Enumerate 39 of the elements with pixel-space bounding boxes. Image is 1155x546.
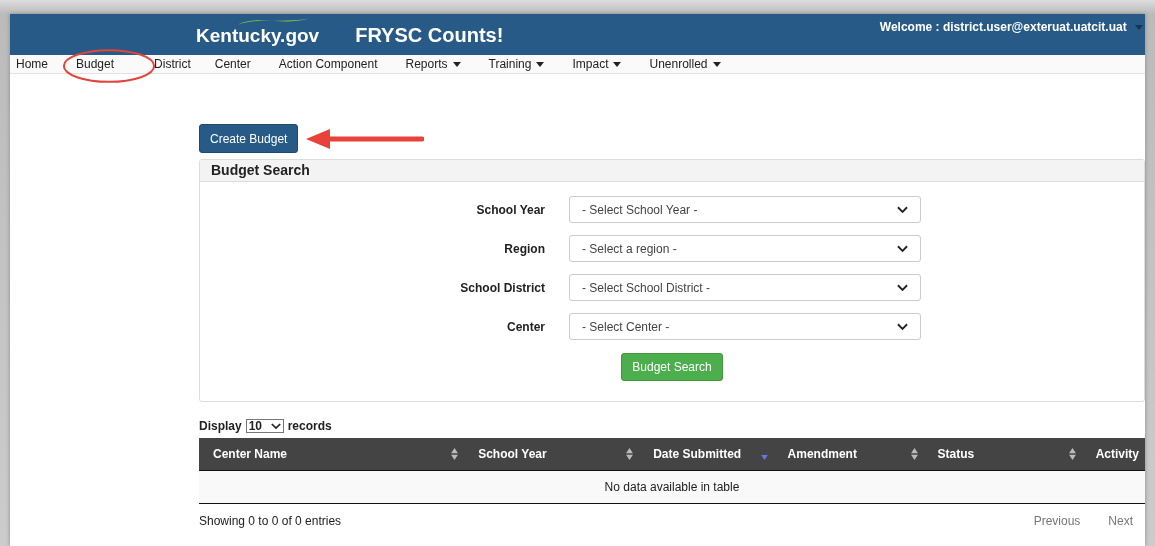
field-label: Region [503,241,546,256]
app-title: FRYSC Counts! [355,24,504,47]
select-field[interactable]: - Select a region - [569,235,921,262]
panel-title: Budget Search [200,160,1144,182]
create-budget-button[interactable]: Create Budget [199,124,299,153]
records-label: records [287,419,332,433]
previous-link[interactable]: Previous [1033,513,1081,528]
select-field[interactable]: - Select School Year - [569,196,921,223]
chevron-icon [270,422,281,430]
page-size-select[interactable]: 10 [245,419,284,433]
field-label: Center [506,319,546,334]
nav-link[interactable]: Unenrolled [649,57,721,71]
column-header[interactable]: Date Submitted [639,438,774,470]
nav-link[interactable]: Action Component [278,57,378,71]
chevron-icon [897,244,908,253]
nav-link[interactable]: Reports [405,57,461,71]
nav-link[interactable]: District [154,57,191,71]
column-header[interactable]: Center Name [199,438,465,470]
nav-link[interactable]: Center [214,57,251,71]
select-field[interactable]: - Select Center - [569,313,921,340]
chevron-icon [897,205,908,214]
chevron-icon [897,283,908,292]
empty-message: No data available in table [199,470,1145,503]
column-header[interactable]: Status [923,438,1082,470]
display-label: Display [199,419,242,433]
logo[interactable]: Kentucky.gov [196,25,320,46]
table-info: Showing 0 to 0 of 0 entries [199,513,342,528]
column-header[interactable]: Activity [1081,438,1145,470]
user-menu[interactable]: Welcome : district.user@exteruat.uatcit.uat [879,20,1143,55]
field-label: School Year [475,202,546,217]
next-link[interactable]: Next [1108,513,1133,528]
select-field[interactable]: - Select School District - [569,274,921,301]
chevron-icon [897,322,908,331]
field-label: School District [459,280,546,295]
nav-link[interactable]: Home [16,57,48,71]
column-header[interactable]: School Year [464,438,640,470]
nav-link[interactable]: Training [488,57,545,71]
column-header[interactable]: Amendment [773,438,924,470]
nav-link[interactable]: Impact [572,57,622,71]
